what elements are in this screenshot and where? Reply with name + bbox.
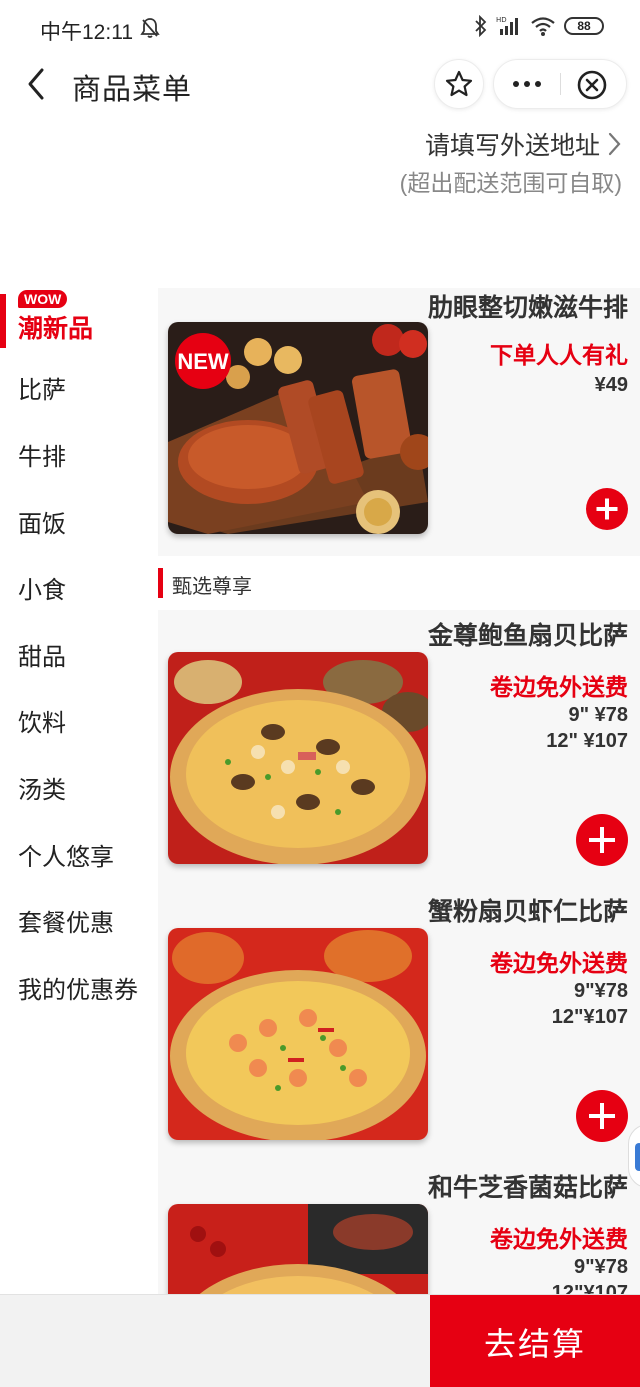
more-dot-icon	[513, 81, 519, 87]
add-to-cart-button[interactable]	[576, 814, 628, 866]
more-dot-icon	[535, 81, 541, 87]
status-icons: HD 88	[474, 15, 604, 37]
sidebar-item-pizza[interactable]: 比萨	[0, 355, 158, 422]
sidebar-item-snacks[interactable]: 小食	[0, 554, 158, 621]
product-card[interactable]: 肋眼整切嫩滋牛排 NEW 下单人人有礼 ¥49	[158, 288, 640, 556]
product-promo: 卷边免外送费	[490, 1226, 628, 1252]
product-card[interactable]: 蟹粉扇贝虾仁比萨 卷边免外送费 9"¥78 12"¥107	[158, 886, 640, 1162]
sidebar-item-label: 个人悠享	[18, 843, 114, 871]
add-to-cart-button[interactable]	[576, 1090, 628, 1142]
header: 商品菜单	[0, 56, 640, 112]
pizza-image	[168, 1204, 428, 1294]
product-name: 和牛芝香菌菇比萨	[427, 1174, 628, 1202]
delivery-address-link[interactable]: 请填写外送地址	[425, 126, 622, 162]
section-header: 甄选尊享	[158, 556, 640, 610]
pizza-image	[168, 652, 428, 864]
battery-indicator: 88	[564, 17, 604, 35]
sidebar-item-drinks[interactable]: 饮料	[0, 688, 158, 755]
product-image[interactable]	[168, 928, 428, 1140]
section-title: 甄选尊享	[172, 576, 252, 598]
address-main: 请填写外送地址	[425, 126, 622, 162]
status-bar: 中午12:11 HD 88	[0, 0, 640, 56]
sidebar-item-soups[interactable]: 汤类	[0, 754, 158, 821]
wow-badge: WOW	[18, 290, 68, 308]
product-price: 12"¥107	[551, 1282, 628, 1294]
page-title: 商品菜单	[72, 74, 193, 106]
sidebar-item-label: 潮新品	[18, 315, 94, 344]
sidebar-item-label: 饮料	[18, 710, 66, 738]
category-sidebar: WOW 潮新品 比萨 牛排 面饭 小食 甜品 饮料 汤类 个人悠享 套餐优惠 我…	[0, 288, 158, 1021]
sidebar-item-label: 面饭	[18, 510, 66, 538]
product-image[interactable]	[168, 1204, 428, 1294]
product-price: 9" ¥78	[568, 704, 628, 726]
pizza-image	[168, 928, 428, 1140]
sidebar-item-label: 比萨	[18, 377, 66, 405]
signal-icon: HD	[496, 16, 518, 35]
muted-bell-icon	[140, 18, 160, 38]
sidebar-item-label: 小食	[18, 577, 66, 605]
sidebar-item-label: 套餐优惠	[18, 910, 114, 938]
sidebar-item-label: 我的优惠券	[18, 976, 138, 1004]
sidebar-item-combos[interactable]: 套餐优惠	[0, 887, 158, 954]
checkout-button[interactable]: 去结算	[430, 1295, 640, 1387]
status-time: 中午12:11	[40, 21, 133, 44]
miniprogram-capsule	[493, 59, 627, 109]
bluetooth-icon	[475, 15, 487, 37]
product-promo: 卷边免外送费	[490, 674, 628, 700]
product-name: 金尊鲍鱼扇贝比萨	[427, 622, 628, 650]
sidebar-item-label: 牛排	[18, 443, 66, 471]
sidebar-item-label: 汤类	[18, 776, 66, 804]
wifi-icon	[531, 17, 555, 36]
hd-badge: HD	[496, 16, 507, 24]
close-circle-icon[interactable]	[576, 69, 608, 101]
product-price: ¥49	[594, 374, 628, 396]
add-to-cart-button[interactable]	[586, 488, 628, 530]
side-tab-icon	[635, 1143, 640, 1171]
product-price: 9"¥78	[574, 1256, 628, 1278]
product-price: 12"¥107	[551, 1006, 628, 1028]
product-promo: 卷边免外送费	[490, 950, 628, 976]
sidebar-item-coupons[interactable]: 我的优惠券	[0, 954, 158, 1021]
back-arrow-icon[interactable]	[22, 64, 52, 104]
product-image[interactable]: NEW	[168, 322, 428, 534]
more-button[interactable]	[494, 60, 560, 108]
address-note: (超出配送范围可自取)	[399, 170, 622, 196]
sidebar-item-personal[interactable]: 个人悠享	[0, 821, 158, 888]
cart-bar: 去结算	[0, 1294, 640, 1387]
product-image[interactable]	[168, 652, 428, 864]
product-promo: 下单人人有礼	[490, 342, 628, 368]
product-name: 肋眼整切嫩滋牛排	[427, 294, 628, 322]
more-dot-icon	[524, 81, 530, 87]
product-price: 12" ¥107	[546, 730, 628, 752]
sidebar-item-new[interactable]: WOW 潮新品	[0, 288, 158, 355]
sidebar-item-steak[interactable]: 牛排	[0, 421, 158, 488]
product-card[interactable]: 和牛芝香菌菇比萨 卷边免外送费 9"¥78 12"¥107	[158, 1162, 640, 1294]
chevron-right-icon	[608, 132, 621, 156]
product-name: 蟹粉扇贝虾仁比萨	[427, 898, 628, 926]
address-label: 请填写外送地址	[424, 132, 600, 160]
product-price: 9"¥78	[574, 980, 628, 1002]
product-list[interactable]: 肋眼整切嫩滋牛排 NEW 下单人人有礼 ¥49 甄选尊享 金尊鲍鱼扇贝比萨 卷边…	[158, 288, 640, 1294]
capsule-divider	[560, 73, 561, 95]
favorite-button[interactable]	[434, 59, 484, 109]
star-icon	[445, 70, 473, 97]
section-marker	[158, 568, 163, 598]
sidebar-item-desserts[interactable]: 甜品	[0, 621, 158, 688]
product-card[interactable]: 金尊鲍鱼扇贝比萨 卷边免外送费 9" ¥78 12" ¥107	[158, 610, 640, 886]
sidebar-item-label: 甜品	[18, 643, 66, 671]
new-badge: NEW	[175, 333, 231, 389]
new-badge-label: NEW	[177, 349, 229, 374]
sidebar-item-pasta-rice[interactable]: 面饭	[0, 488, 158, 555]
